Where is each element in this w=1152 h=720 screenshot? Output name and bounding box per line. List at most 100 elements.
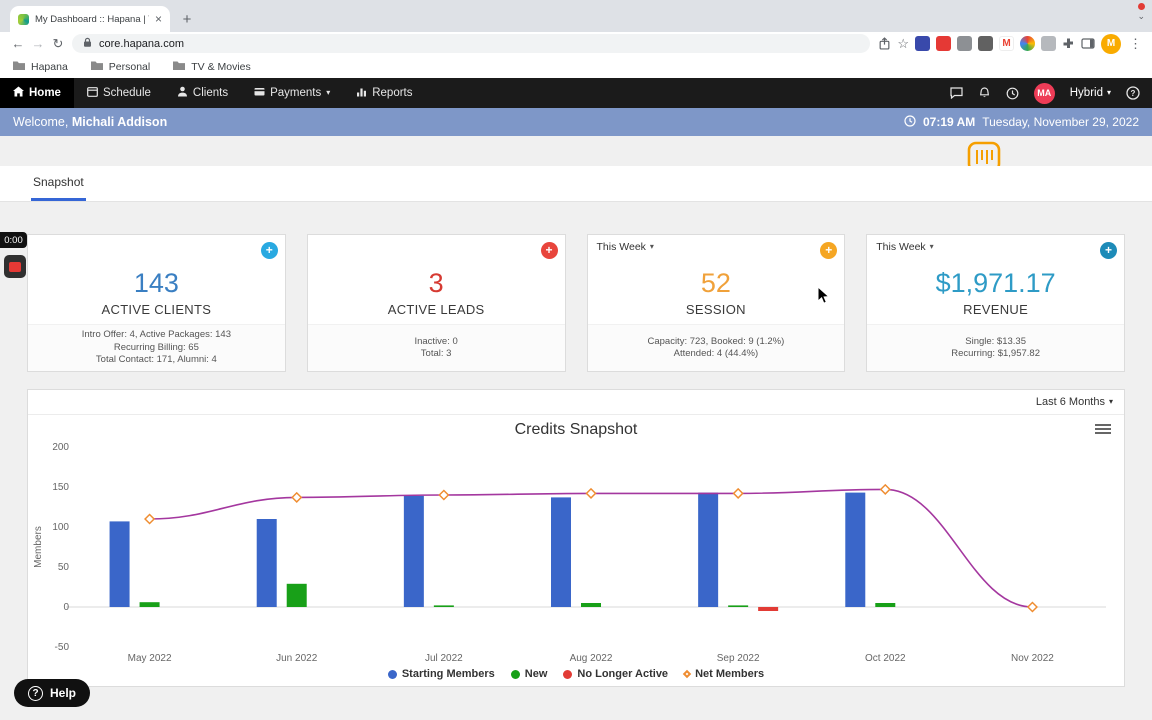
nav-item-reports[interactable]: Reports: [343, 78, 425, 108]
browser-profile-avatar[interactable]: M: [1101, 33, 1121, 54]
nav-label: Payments: [270, 87, 322, 99]
dropdown-label: This Week: [876, 241, 926, 253]
browser-tabstrip: My Dashboard :: Hapana | Tak × + ⌄ ← → ↻…: [0, 0, 1152, 78]
recording-indicator-dot: [1137, 3, 1145, 10]
bar-chart-icon: [356, 86, 367, 100]
clock-icon: [904, 114, 916, 130]
snapshot-tab-bar: Snapshot: [0, 166, 1152, 202]
address-bar[interactable]: core.hapana.com: [72, 34, 871, 53]
chart-menu-icon[interactable]: [1095, 422, 1111, 436]
mode-label: Hybrid: [1069, 87, 1103, 99]
revenue-range-dropdown[interactable]: This Week ▾: [876, 241, 933, 253]
legend-dot-marker: [387, 669, 397, 679]
chevron-down-icon[interactable]: ⌄: [1137, 11, 1145, 22]
svg-text:Nov 2022: Nov 2022: [1011, 653, 1054, 664]
extension-icon-2[interactable]: [936, 36, 951, 51]
help-button[interactable]: ? Help: [14, 679, 91, 707]
legend-dot-marker: [563, 669, 573, 679]
legend-item[interactable]: Starting Members: [387, 668, 495, 680]
svg-text:Members: Members: [33, 526, 44, 568]
nav-item-home[interactable]: Home: [0, 78, 74, 108]
footer-line: Intro Offer: 4, Active Packages: 143: [81, 329, 232, 341]
active-leads-label: ACTIVE LEADS: [387, 302, 485, 317]
footer-line: Total Contact: 171, Alumni: 4: [95, 354, 217, 366]
url-text: core.hapana.com: [99, 37, 184, 50]
extension-icon-3[interactable]: [957, 36, 972, 51]
stat-card-revenue: This Week ▾ + $1,971.17 REVENUE Single: …: [866, 234, 1125, 372]
back-button[interactable]: ←: [8, 34, 28, 54]
nav-item-schedule[interactable]: Schedule: [74, 78, 164, 108]
welcome-user-name: Michali Addison: [71, 115, 168, 129]
session-range-dropdown[interactable]: This Week ▾: [597, 241, 654, 253]
extension-icon-4[interactable]: [978, 36, 993, 51]
legend-item[interactable]: New: [510, 668, 548, 680]
svg-text:50: 50: [58, 562, 70, 573]
legend-item[interactable]: Net Members: [682, 668, 764, 680]
camera-icon: [9, 261, 21, 272]
bookmark-label: TV & Movies: [191, 60, 251, 73]
bookmark-label: Hapana: [31, 60, 68, 73]
card-footer: Intro Offer: 4, Active Packages: 143 Rec…: [28, 324, 285, 371]
home-icon: [13, 86, 24, 100]
nav-item-clients[interactable]: Clients: [164, 78, 241, 108]
add-revenue-button[interactable]: +: [1100, 242, 1117, 259]
legend-label: New: [524, 668, 548, 680]
support-icon[interactable]: ?: [1126, 86, 1140, 100]
current-time: 07:19 AM: [922, 115, 976, 129]
nav-item-payments[interactable]: Payments ▾: [241, 78, 343, 108]
chart-range-dropdown[interactable]: Last 6 Months ▾: [1036, 396, 1113, 408]
recorder-camera-button[interactable]: [4, 255, 26, 278]
recorder-timer: 0:00: [0, 232, 27, 248]
main-nav: Home Schedule Clients Payments ▾ Reports: [0, 78, 1152, 108]
chart-range-label: Last 6 Months: [1035, 396, 1105, 408]
nav-label: Clients: [192, 87, 229, 99]
close-tab-icon[interactable]: ×: [155, 13, 162, 25]
extension-icon-colorful[interactable]: [1020, 36, 1035, 51]
browser-tab[interactable]: My Dashboard :: Hapana | Tak ×: [10, 6, 170, 32]
bookmark-label: Personal: [108, 60, 151, 73]
user-avatar[interactable]: MA: [1033, 82, 1055, 104]
share-icon[interactable]: [878, 37, 891, 50]
add-lead-button[interactable]: +: [540, 242, 558, 259]
svg-text:?: ?: [1131, 89, 1136, 98]
card-footer: Inactive: 0 Total: 3: [307, 324, 565, 371]
footer-line: Recurring Billing: 65: [113, 341, 199, 353]
bookmark-folder-hapana[interactable]: Hapana: [12, 60, 68, 74]
extension-icon-5[interactable]: [1041, 36, 1056, 51]
add-client-button[interactable]: +: [260, 242, 278, 259]
chart-legend: Starting Members New No Longer Active Net M…: [28, 668, 1124, 680]
caret-down-icon: ▾: [1106, 88, 1111, 97]
dashboard-content: 1 Snapshot 0:00 + 143 ACTIVE CLIENTS Int…: [0, 136, 1152, 692]
messages-icon[interactable]: [950, 87, 963, 99]
notifications-bell-icon[interactable]: [978, 87, 991, 99]
gmail-extension-icon[interactable]: M: [999, 36, 1014, 51]
svg-text:-50: -50: [55, 642, 70, 653]
tab-snapshot[interactable]: Snapshot: [31, 175, 86, 201]
bookmark-star-icon[interactable]: ☆: [897, 36, 909, 52]
time-clock-icon[interactable]: [1006, 87, 1019, 100]
caret-down-icon: ▾: [649, 242, 654, 251]
bookmark-folder-personal[interactable]: Personal: [90, 60, 150, 74]
lock-icon: [82, 35, 93, 53]
svg-text:200: 200: [52, 442, 69, 453]
bookmark-folder-tv-movies[interactable]: TV & Movies: [172, 60, 251, 74]
chart-title: Credits Snapshot: [514, 421, 638, 438]
card-footer: Single: $13.35 Recurring: $1,957.82: [867, 324, 1124, 371]
dropdown-label: This Week: [596, 241, 646, 253]
mode-dropdown[interactable]: Hybrid ▾: [1070, 87, 1111, 99]
extensions-puzzle-icon[interactable]: [1062, 37, 1075, 50]
svg-text:Sep 2022: Sep 2022: [717, 653, 760, 664]
browser-menu-icon[interactable]: ⋮: [1127, 36, 1144, 52]
caret-down-icon: ▾: [1108, 397, 1113, 406]
folder-icon: [12, 60, 26, 74]
side-panel-icon[interactable]: [1081, 37, 1095, 50]
svg-text:150: 150: [52, 482, 69, 493]
legend-item[interactable]: No Longer Active: [563, 668, 668, 680]
extension-icon-1[interactable]: [915, 36, 930, 51]
forward-button[interactable]: →: [28, 34, 48, 54]
credits-chart-svg: 200 150 100 50 0 -50 Members May 2022 Jun 2022 Ju…: [33, 442, 1106, 664]
new-tab-button[interactable]: +: [176, 8, 198, 30]
reload-button[interactable]: ↻: [48, 34, 68, 54]
bookmarks-bar: Hapana Personal TV & Movies: [0, 55, 1152, 78]
calendar-icon: [87, 86, 98, 100]
